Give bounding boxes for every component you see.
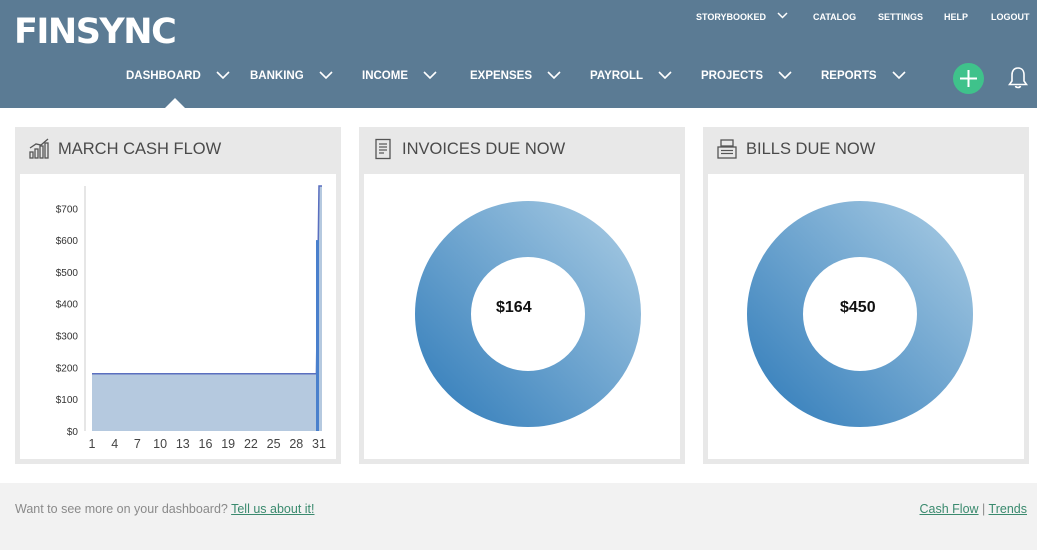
nav-payroll[interactable]: PAYROLL [590, 70, 672, 86]
bills-amount: $450 [840, 299, 876, 316]
bar-chart-icon [29, 138, 49, 159]
bell-icon[interactable] [1008, 66, 1028, 90]
logout-link[interactable]: LOGOUT [991, 12, 1030, 24]
nav-income[interactable]: INCOME [362, 70, 437, 86]
nav-projects[interactable]: PROJECTS [701, 70, 792, 86]
y-tick-label: $500 [56, 268, 79, 279]
chevron-down-icon [547, 71, 561, 79]
chevron-down-icon [778, 71, 792, 79]
x-tick-label: 13 [176, 437, 190, 451]
help-link[interactable]: HELP [944, 12, 968, 24]
nav-projects-label: PROJECTS [701, 70, 763, 82]
nav-banking-label: BANKING [250, 70, 304, 82]
cash-flow-link[interactable]: Cash Flow [920, 502, 979, 516]
bills-donut-area[interactable]: $450 [708, 174, 1024, 459]
chevron-down-icon [892, 71, 906, 79]
invoices-amount: $164 [496, 299, 532, 316]
x-tick-label: 16 [199, 437, 213, 451]
nav-reports[interactable]: REPORTS [821, 70, 906, 86]
y-tick-label: $700 [56, 204, 79, 215]
footer-links: Cash Flow | Trends [920, 502, 1027, 516]
nav-expenses-label: EXPENSES [470, 70, 532, 82]
chevron-down-icon [216, 71, 230, 79]
x-tick-label: 4 [111, 437, 118, 451]
cash-flow-bar [316, 240, 319, 431]
cash-register-icon [717, 139, 737, 159]
x-tick-label: 31 [312, 437, 326, 451]
cash-flow-line [92, 185, 322, 375]
nav-dashboard[interactable]: DASHBOARD [126, 70, 230, 86]
chevron-down-icon [777, 12, 788, 19]
panel-title: INVOICES DUE NOW [402, 140, 566, 158]
panel-header: MARCH CASH FLOW [15, 127, 341, 173]
chevron-down-icon [658, 71, 672, 79]
nav-income-label: INCOME [362, 70, 408, 82]
x-tick-label: 7 [134, 437, 141, 451]
settings-link[interactable]: SETTINGS [878, 12, 923, 24]
cash-flow-chart-area: $0 $100 $200 $300 $400 $500 $600 $700 1 4 7 10 13 16 1… [20, 174, 336, 459]
document-icon [375, 138, 391, 160]
nav-dashboard-label: DASHBOARD [126, 70, 201, 82]
bills-due-panel: BILLS DUE NOW $450 [703, 127, 1029, 464]
cash-flow-chart: $0 $100 $200 $300 $400 $500 $600 $700 1 4 7 10 13 16 1… [56, 185, 326, 451]
add-new-button[interactable] [953, 63, 984, 94]
y-tick-label: $600 [56, 236, 79, 247]
panel-title: MARCH CASH FLOW [58, 140, 222, 158]
y-tick-label: $300 [56, 332, 79, 343]
finsync-logo[interactable]: FINSYNC [14, 12, 177, 52]
x-tick-label: 10 [153, 437, 167, 451]
nav-banking[interactable]: BANKING [250, 70, 333, 86]
cash-flow-panel: MARCH CASH FLOW $0 $100 $200 $300 $400 $500 $6… [15, 127, 341, 464]
y-tick-label: $100 [56, 395, 79, 406]
tell-us-link[interactable]: Tell us about it! [231, 502, 314, 516]
footer-prompt: Want to see more on your dashboard? Tell… [15, 502, 315, 516]
cash-flow-area [92, 186, 322, 431]
plus-icon [960, 70, 977, 87]
catalog-link[interactable]: CATALOG [813, 12, 856, 24]
active-nav-indicator [165, 98, 185, 108]
panel-header: INVOICES DUE NOW [359, 127, 685, 173]
nav-expenses[interactable]: EXPENSES [470, 70, 561, 86]
invoices-due-panel: INVOICES DUE NOW $164 [359, 127, 685, 464]
invoices-donut-area[interactable]: $164 [364, 174, 680, 459]
footer: Want to see more on your dashboard? Tell… [0, 483, 1037, 550]
chevron-down-icon [319, 71, 333, 79]
footer-prompt-text: Want to see more on your dashboard? [15, 502, 228, 516]
panel-title: BILLS DUE NOW [746, 140, 876, 158]
x-tick-label: 28 [289, 437, 303, 451]
x-tick-label: 25 [267, 437, 281, 451]
chevron-down-icon [423, 71, 437, 79]
nav-payroll-label: PAYROLL [590, 70, 643, 82]
nav-reports-label: REPORTS [821, 70, 877, 82]
company-dropdown[interactable]: STORYBOOKED [696, 12, 788, 24]
top-header: FINSYNC STORYBOOKED CATALOG SETTINGS HEL… [0, 0, 1037, 108]
x-tick-label: 19 [221, 437, 235, 451]
panel-header: BILLS DUE NOW [703, 127, 1029, 173]
y-tick-label: $200 [56, 363, 79, 374]
link-separator: | [982, 502, 986, 516]
x-tick-label: 1 [89, 437, 96, 451]
y-tick-label: $400 [56, 300, 79, 311]
company-name: STORYBOOKED [696, 12, 767, 22]
x-tick-label: 22 [244, 437, 258, 451]
trends-link[interactable]: Trends [989, 502, 1027, 516]
y-tick-label: $0 [67, 427, 79, 438]
